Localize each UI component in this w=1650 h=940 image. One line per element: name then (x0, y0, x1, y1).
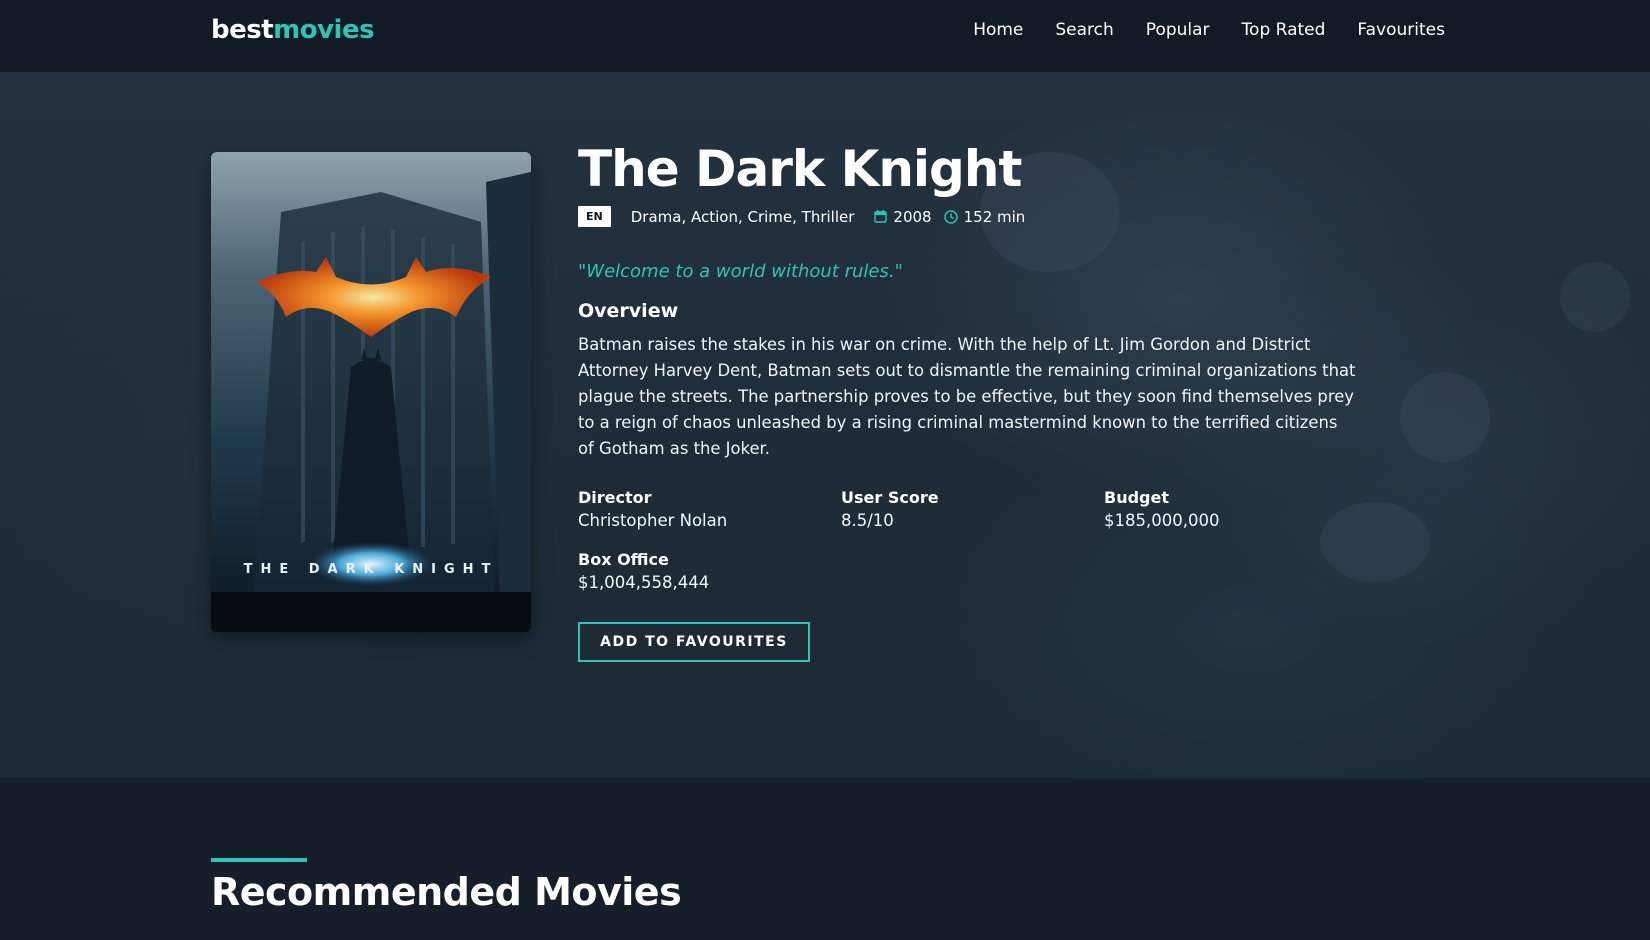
fact-label: Box Office (578, 550, 669, 569)
calendar-icon (874, 210, 888, 223)
nav-link-search[interactable]: Search (1055, 20, 1113, 40)
nav-link-home[interactable]: Home (973, 20, 1023, 40)
overview-heading: Overview (578, 300, 679, 322)
nav-link-popular[interactable]: Popular (1146, 20, 1210, 40)
fact-value: Christopher Nolan (578, 511, 728, 530)
poster-title-text: THE DARK KNIGHT (243, 562, 499, 577)
movie-hero-section: THE DARK KNIGHT The Dark Knight EN Drama… (0, 72, 1650, 778)
release-year: 2008 (893, 207, 932, 226)
backdrop-blur-shape (1400, 372, 1490, 462)
fact-label: Director (578, 488, 652, 507)
top-navbar: bestmovies Home Search Popular Top Rated… (0, 0, 1650, 72)
backdrop-blur-shape (1560, 262, 1630, 332)
runtime: 152 min (963, 207, 1026, 226)
fact-label: Budget (1104, 488, 1169, 507)
logo-text-movies: movies (273, 15, 375, 45)
add-to-favourites-button[interactable]: ADD TO FAVOURITES (578, 622, 810, 662)
fact-label: User Score (841, 488, 939, 507)
movie-title: The Dark Knight (578, 140, 1022, 198)
movie-genres: Drama, Action, Crime, Thriller (630, 207, 855, 226)
poster-artwork (211, 152, 531, 632)
fact-box-office: Box Office $1,004,558,444 (578, 550, 841, 592)
nav-links: Home Search Popular Top Rated Favourites (973, 20, 1445, 40)
fact-value: $1,004,558,444 (578, 573, 710, 592)
movie-poster: THE DARK KNIGHT (211, 152, 531, 632)
nav-link-top-rated[interactable]: Top Rated (1242, 20, 1326, 40)
movie-details: The Dark Knight EN Drama, Action, Crime,… (578, 144, 1358, 662)
site-logo[interactable]: bestmovies (211, 15, 375, 45)
logo-text-best: best (211, 15, 274, 45)
recommended-heading: Recommended Movies (211, 870, 682, 914)
recommended-section: Recommended Movies (0, 778, 1650, 940)
fact-value: 8.5/10 (841, 511, 894, 530)
clock-icon (943, 209, 958, 224)
movie-tagline: "Welcome to a world without rules." (578, 261, 903, 282)
overview-text: Batman raises the stakes in his war on c… (578, 335, 1356, 458)
movie-meta-row: EN Drama, Action, Crime, Thriller 2008 1… (578, 206, 1358, 227)
fact-user-score: User Score 8.5/10 (841, 488, 1104, 530)
section-accent-bar (211, 858, 307, 862)
fact-director: Director Christopher Nolan (578, 488, 841, 530)
fact-budget: Budget $185,000,000 (1104, 488, 1367, 530)
movie-facts: Director Christopher Nolan User Score 8.… (578, 488, 1358, 592)
fact-value: $185,000,000 (1104, 511, 1220, 530)
language-badge: EN (578, 206, 611, 227)
nav-link-favourites[interactable]: Favourites (1357, 20, 1445, 40)
